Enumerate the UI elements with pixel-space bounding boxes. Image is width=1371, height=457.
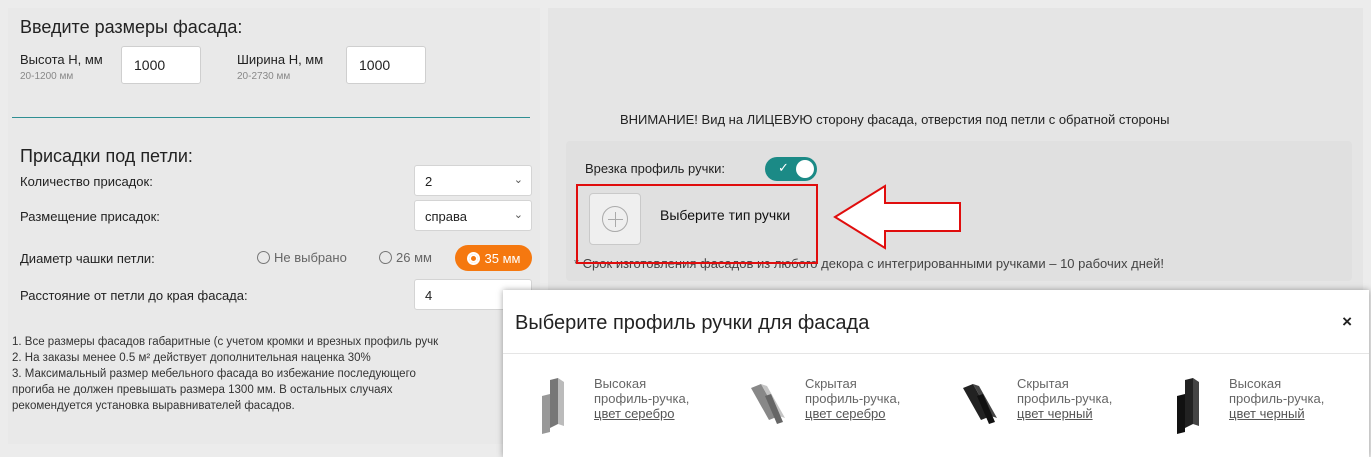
product-line: профиль-ручка,: [594, 391, 690, 406]
hinge-count-select[interactable]: 2 ⌄: [414, 165, 532, 196]
arrow-left-icon: [833, 184, 961, 250]
cup-diameter-label: Диаметр чашки петли:: [20, 251, 155, 266]
width-label: Ширина H, мм: [237, 52, 324, 67]
toggle-knob: [796, 160, 814, 178]
radio-selected-icon: [466, 251, 480, 265]
product-link[interactable]: цвет серебро: [805, 406, 900, 421]
radio-none[interactable]: Не выбрано: [257, 250, 347, 265]
radio-26mm-label: 26 мм: [396, 250, 432, 265]
dimensions-title: Введите размеры фасада:: [20, 17, 243, 37]
hinge-distance-label: Расстояние от петли до края фасада:: [20, 288, 248, 303]
note-line: рекомендуется установка выравнивателей ф…: [12, 400, 295, 412]
close-icon[interactable]: ×: [1342, 312, 1352, 332]
note-line: 1. Все размеры фасадов габаритные (с уче…: [12, 336, 439, 348]
product-line: Скрытая: [805, 376, 857, 391]
handle-toggle[interactable]: ✓: [765, 157, 817, 181]
chevron-down-icon: ⌄: [513, 209, 523, 221]
silver-profile-handle-icon: [542, 378, 564, 434]
handle-toggle-label: Врезка профиль ручки:: [585, 161, 725, 176]
radio-none-label: Не выбрано: [274, 250, 347, 265]
product-line: Скрытая: [1017, 376, 1069, 391]
notes: 1. Все размеры фасадов габаритные (с уче…: [12, 334, 512, 414]
silver-hidden-handle-icon: [751, 384, 785, 424]
product-line: Высокая: [594, 376, 647, 391]
radio-35mm-label: 35 мм: [484, 250, 521, 266]
chevron-down-icon: ⌄: [513, 174, 523, 186]
product-card-1[interactable]: Высокая профиль-ручка, цвет серебро: [528, 376, 689, 436]
hinge-count-value: 2: [425, 174, 433, 189]
warning-text: ВНИМАНИЕ! Вид на ЛИЦЕВУЮ сторону фасада,…: [620, 112, 1170, 127]
height-label: Высота H, мм: [20, 52, 103, 67]
note-line: 2. На заказы менее 0.5 м² действует допо…: [12, 352, 371, 364]
black-hidden-handle-icon: [963, 384, 997, 424]
product-card-3[interactable]: Скрытая профиль-ручка, цвет черный: [951, 376, 1112, 436]
product-link[interactable]: цвет черный: [1229, 406, 1324, 421]
radio-26mm[interactable]: 26 мм: [379, 250, 432, 265]
hinges-title: Присадки под петли:: [20, 146, 193, 166]
highlight-box: [576, 184, 818, 264]
width-input[interactable]: 1000: [346, 46, 426, 84]
check-icon: ✓: [778, 160, 789, 175]
height-hint: 20-1200 мм: [20, 71, 74, 82]
modal-title: Выберите профиль ручки для фасада: [515, 312, 870, 334]
section-divider: [12, 117, 530, 118]
radio-circle-icon: [379, 251, 392, 264]
product-label-2: Скрытая профиль-ручка, цвет серебро: [805, 376, 900, 436]
product-label-1: Высокая профиль-ручка, цвет серебро: [594, 376, 689, 436]
radio-circle-icon: [257, 251, 270, 264]
product-label-3: Скрытая профиль-ручка, цвет черный: [1017, 376, 1112, 436]
note-line: прогиба не должен превышать размера 1300…: [12, 384, 393, 396]
product-line: профиль-ручка,: [1229, 391, 1325, 406]
product-line: профиль-ручка,: [1017, 391, 1113, 406]
product-card-4[interactable]: Высокая профиль-ручка, цвет черный: [1163, 376, 1324, 436]
width-hint: 20-2730 мм: [237, 71, 291, 82]
radio-35mm[interactable]: 35 мм: [455, 245, 532, 271]
hinge-placement-label: Размещение присадок:: [20, 209, 160, 224]
product-line: профиль-ручка,: [805, 391, 901, 406]
hinge-count-label: Количество присадок:: [20, 174, 153, 189]
product-link[interactable]: цвет черный: [1017, 406, 1112, 421]
note-line: 3. Максимальный размер мебельного фасада…: [12, 368, 416, 380]
height-input[interactable]: 1000: [121, 46, 201, 84]
product-line: Высокая: [1229, 376, 1282, 391]
product-card-2[interactable]: Скрытая профиль-ручка, цвет серебро: [739, 376, 900, 436]
handle-profile-modal: Выберите профиль ручки для фасада × Высо…: [503, 290, 1369, 457]
product-label-4: Высокая профиль-ручка, цвет черный: [1229, 376, 1324, 436]
modal-divider: [503, 353, 1369, 354]
hinge-placement-select[interactable]: справа ⌄: [414, 200, 532, 231]
hinge-placement-value: справа: [425, 209, 467, 224]
product-link[interactable]: цвет серебро: [594, 406, 689, 421]
black-profile-handle-icon: [1177, 378, 1199, 434]
